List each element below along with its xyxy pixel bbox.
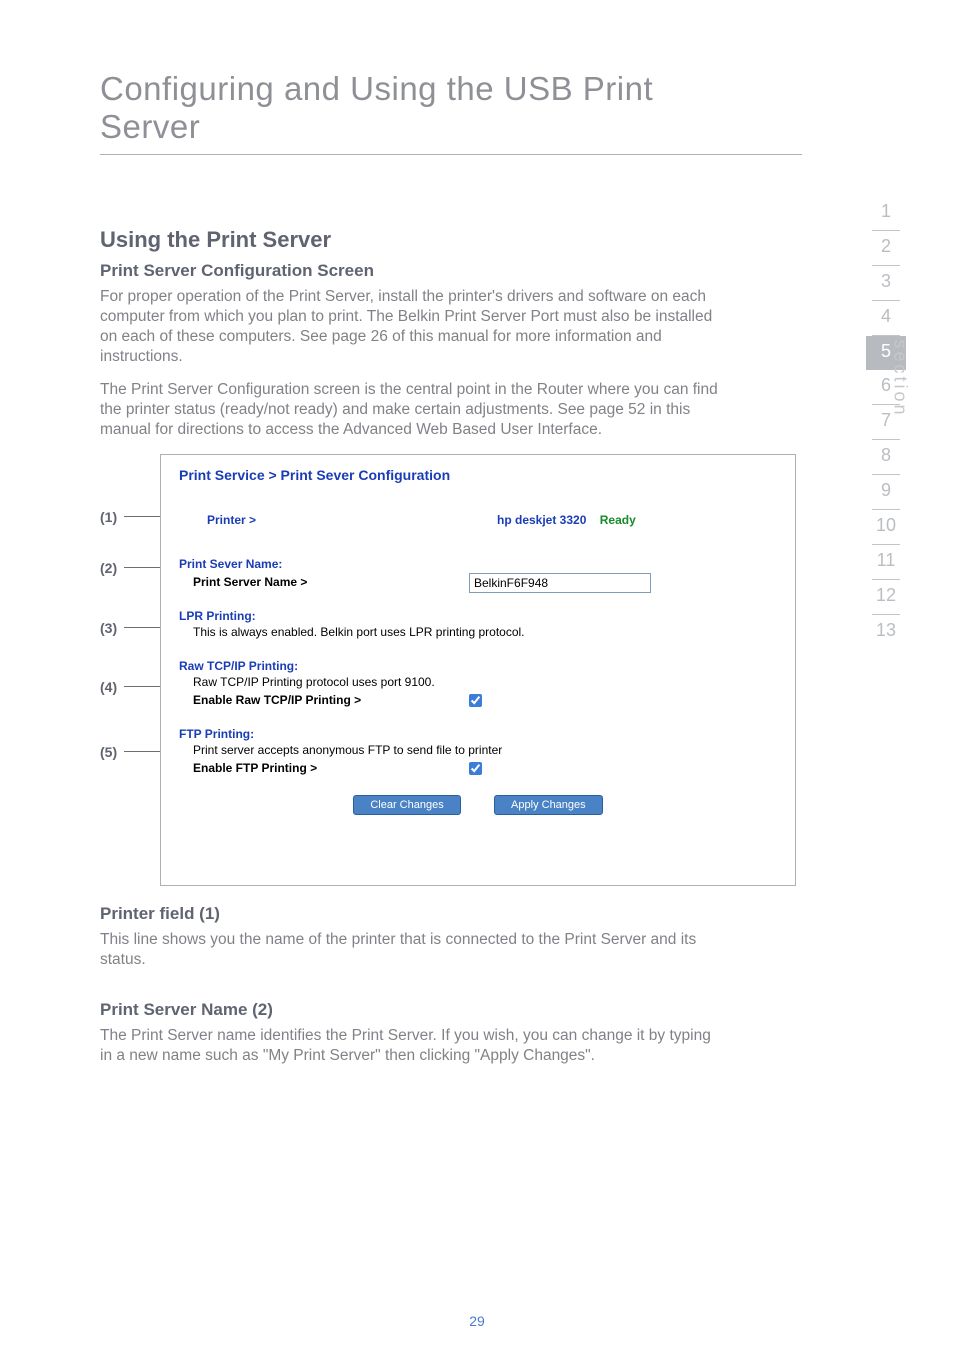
print-server-name-input[interactable]	[469, 573, 651, 593]
screenshot-container: (1) (2) (3) (4) (5) Print Service > Prin…	[100, 454, 720, 886]
raw-enable-checkbox[interactable]	[469, 694, 482, 707]
ftp-enable-checkbox[interactable]	[469, 762, 482, 775]
paragraph: This line shows you the name of the prin…	[100, 930, 720, 970]
print-server-name-heading: Print Sever Name:	[179, 557, 777, 571]
subheading-config-screen: Print Server Configuration Screen	[100, 261, 720, 281]
raw-tcpip-heading: Raw TCP/IP Printing:	[179, 659, 777, 673]
callout-2: (2)	[100, 560, 117, 576]
callout-3: (3)	[100, 620, 117, 636]
paragraph: The Print Server name identifies the Pri…	[100, 1026, 720, 1066]
side-num-10[interactable]: 10	[872, 510, 900, 545]
paragraph: The Print Server Configuration screen is…	[100, 380, 720, 440]
side-num-1[interactable]: 1	[872, 196, 900, 231]
lpr-heading: LPR Printing:	[179, 609, 777, 623]
side-num-4[interactable]: 4	[872, 301, 900, 336]
lpr-text: This is always enabled. Belkin port uses…	[193, 625, 777, 639]
raw-enable-label: Enable Raw TCP/IP Printing >	[193, 693, 361, 707]
side-num-12[interactable]: 12	[872, 580, 900, 615]
callout-5: (5)	[100, 744, 117, 760]
ftp-enable-label: Enable FTP Printing >	[193, 761, 317, 775]
side-num-13[interactable]: 13	[872, 615, 900, 649]
clear-changes-button[interactable]: Clear Changes	[353, 795, 460, 815]
config-screenshot: Print Service > Print Sever Configuratio…	[160, 454, 796, 886]
section-index: 1 2 3 4 5 6 7 8 9 10 11 12 13 section	[866, 196, 906, 649]
divider	[100, 154, 802, 155]
side-num-2[interactable]: 2	[872, 231, 900, 266]
chapter-title: Configuring and Using the USB Print Serv…	[100, 70, 720, 146]
printer-status: Ready	[600, 513, 636, 527]
print-server-name-heading-doc: Print Server Name (2)	[100, 1000, 720, 1020]
side-num-8[interactable]: 8	[872, 440, 900, 475]
section-label: section	[889, 339, 910, 417]
breadcrumb: Print Service > Print Sever Configuratio…	[179, 467, 777, 483]
printer-name: hp deskjet 3320	[497, 513, 586, 527]
printer-field-heading: Printer field (1)	[100, 904, 720, 924]
page-number: 29	[0, 1313, 954, 1329]
paragraph: For proper operation of the Print Server…	[100, 287, 720, 368]
section-heading: Using the Print Server	[100, 227, 720, 253]
callout-1: (1)	[100, 509, 117, 525]
side-num-11[interactable]: 11	[872, 545, 900, 580]
printer-label[interactable]: Printer >	[207, 513, 256, 527]
side-num-9[interactable]: 9	[872, 475, 900, 510]
print-server-name-label: Print Server Name >	[193, 575, 307, 589]
callout-4: (4)	[100, 679, 117, 695]
apply-changes-button[interactable]: Apply Changes	[494, 795, 603, 815]
ftp-heading: FTP Printing:	[179, 727, 777, 741]
ftp-text: Print server accepts anonymous FTP to se…	[193, 743, 777, 757]
raw-tcpip-text: Raw TCP/IP Printing protocol uses port 9…	[193, 675, 777, 689]
side-num-3[interactable]: 3	[872, 266, 900, 301]
